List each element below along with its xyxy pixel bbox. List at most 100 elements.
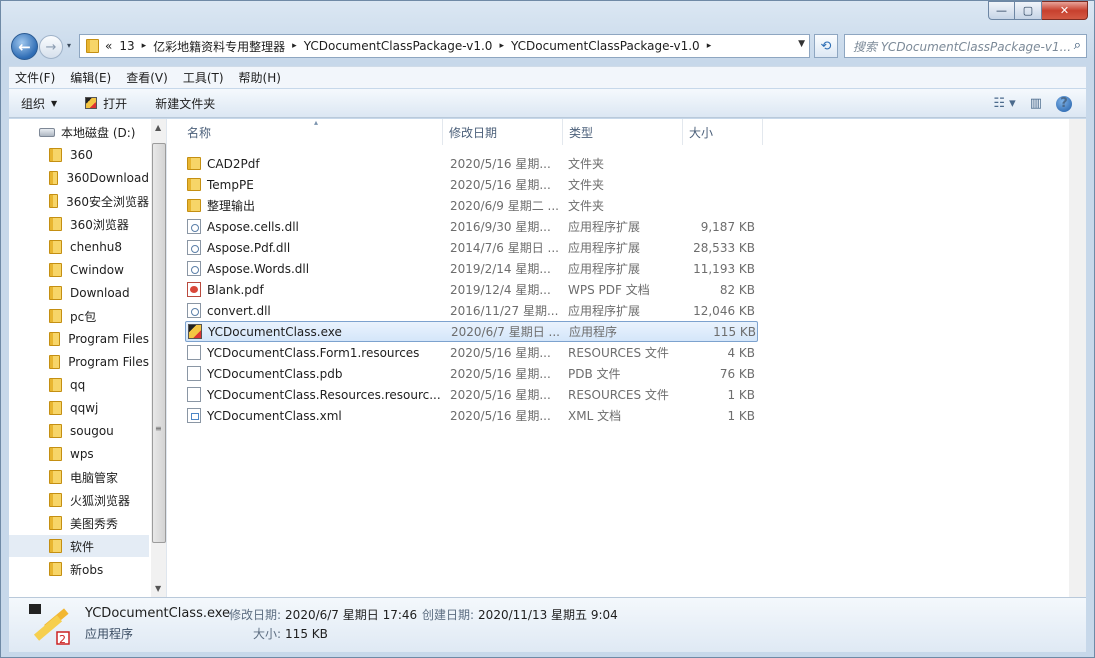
drive-icon bbox=[39, 127, 55, 137]
open-button[interactable]: 打开 bbox=[85, 95, 127, 112]
file-type-cell: RESOURCES 文件 bbox=[568, 388, 669, 402]
sidebar-item-folder[interactable]: Cwindow bbox=[9, 259, 149, 281]
search-placeholder: 搜索 YCDocumentClassPackage-v1... bbox=[853, 39, 1072, 54]
address-bar[interactable]: « 13 ▸ 亿彩地籍资料专用整理器 ▸ YCDocumentClassPack… bbox=[79, 34, 810, 58]
details-file-name: YCDocumentClass.exe bbox=[85, 606, 231, 621]
refresh-button[interactable]: ⟲ bbox=[814, 34, 838, 58]
file-list-scrollbar[interactable] bbox=[1069, 119, 1086, 597]
maximize-button[interactable]: ▢ bbox=[1015, 1, 1042, 20]
content-panes: 本地磁盘 (D:) 360 360Download 360安全浏览器 360浏览器 ch… bbox=[9, 118, 1086, 597]
column-header-name[interactable]: 名称 bbox=[181, 119, 443, 145]
change-view-icon[interactable]: ☷ ▾ bbox=[993, 96, 1015, 111]
menu-file[interactable]: 文件(F) bbox=[15, 69, 55, 86]
sidebar-item-folder[interactable]: 火狐浏览器 bbox=[9, 489, 149, 511]
column-header-date[interactable]: 修改日期 bbox=[443, 119, 563, 145]
file-size-cell: 76 KB bbox=[719, 366, 755, 381]
sidebar-item-folder[interactable]: chenhu8 bbox=[9, 236, 149, 258]
sidebar-item-folder[interactable]: Download bbox=[9, 282, 149, 304]
nav-item-drive-d[interactable]: 本地磁盘 (D:) bbox=[9, 121, 149, 143]
sidebar-item-folder[interactable]: 电脑管家 bbox=[9, 466, 149, 488]
sidebar-item-folder[interactable]: Program Files bbox=[9, 328, 149, 350]
organize-button[interactable]: 组织 ▼ bbox=[21, 95, 57, 112]
file-row[interactable]: YCDocumentClass.Form1.resources 2020/5/16… bbox=[185, 342, 758, 363]
sidebar-item-folder[interactable]: 360Download bbox=[9, 167, 149, 189]
file-date-cell: 2020/5/16 星期... bbox=[450, 178, 551, 192]
scroll-up-icon[interactable]: ▲ bbox=[155, 123, 161, 132]
file-row[interactable]: YCDocumentClass.xml 2020/5/16 星期... XML 文档… bbox=[185, 405, 758, 426]
file-row[interactable]: YCDocumentClass.exe 2020/6/7 星期日 ... 应用程序 1… bbox=[185, 321, 758, 342]
sidebar-item-folder[interactable]: Program Files bbox=[9, 351, 149, 373]
breadcrumb-segment[interactable]: 亿彩地籍资料专用整理器 bbox=[146, 38, 292, 55]
file-row[interactable]: 整理输出 2020/6/9 星期二 ... 文件夹 bbox=[185, 195, 758, 216]
file-type-cell: 应用程序扩展 bbox=[568, 220, 641, 234]
back-button[interactable]: ← bbox=[11, 33, 38, 60]
file-row[interactable]: TempPE 2020/5/16 星期... 文件夹 bbox=[185, 174, 758, 195]
sidebar-item-folder[interactable]: 美图秀秀 bbox=[9, 512, 149, 534]
file-type-cell: XML 文档 bbox=[568, 409, 622, 423]
file-name-label: YCDocumentClass.pdb bbox=[207, 366, 343, 381]
breadcrumb-segment[interactable]: 13 bbox=[112, 39, 141, 53]
breadcrumb-segment[interactable]: YCDocumentClassPackage-v1.0 bbox=[504, 39, 707, 53]
sidebar-item-folder[interactable]: 360 bbox=[9, 144, 149, 166]
address-overflow-chevron[interactable]: « bbox=[105, 39, 112, 53]
back-arrow-icon: ← bbox=[18, 37, 31, 56]
sidebar-item-folder[interactable]: qqwj bbox=[9, 397, 149, 419]
address-dropdown-icon[interactable]: ▼ bbox=[798, 39, 805, 49]
folder-icon bbox=[49, 378, 62, 392]
preview-pane-icon[interactable]: ▥ bbox=[1030, 96, 1042, 111]
sidebar-item-folder[interactable]: 新obs bbox=[9, 558, 149, 580]
search-input[interactable]: 搜索 YCDocumentClassPackage-v1... ⌕ bbox=[844, 34, 1087, 58]
search-icon[interactable]: ⌕ bbox=[1074, 38, 1081, 53]
breadcrumb-separator-icon[interactable]: ▸ bbox=[707, 41, 712, 51]
file-row[interactable]: CAD2Pdf 2020/5/16 星期... 文件夹 bbox=[185, 153, 758, 174]
details-pane: 2 YCDocumentClass.exe 应用程序 修改日期: 2020/6/7… bbox=[9, 597, 1086, 652]
sidebar-item-label: 新obs bbox=[70, 562, 104, 577]
folder-icon bbox=[49, 263, 62, 277]
sidebar-item-folder[interactable]: qq bbox=[9, 374, 149, 396]
sidebar-item-label: Program Files bbox=[68, 355, 149, 369]
menu-help[interactable]: 帮助(H) bbox=[239, 69, 281, 86]
file-date-cell: 2019/2/14 星期... bbox=[450, 262, 551, 276]
scroll-thumb[interactable] bbox=[152, 143, 166, 543]
sidebar-item-folder[interactable]: 软件 bbox=[9, 535, 149, 557]
sidebar-item-folder[interactable]: 360安全浏览器 bbox=[9, 190, 149, 212]
file-row[interactable]: Aspose.cells.dll 2016/9/30 星期... 应用程序扩展 9,1… bbox=[185, 216, 758, 237]
sidebar-item-folder[interactable]: 360浏览器 bbox=[9, 213, 149, 235]
forward-button[interactable]: → bbox=[39, 35, 63, 59]
menu-edit[interactable]: 编辑(E) bbox=[70, 69, 111, 86]
menu-view[interactable]: 查看(V) bbox=[126, 69, 168, 86]
sidebar-item-folder[interactable]: pc包 bbox=[9, 305, 149, 327]
menu-tools[interactable]: 工具(T) bbox=[183, 69, 224, 86]
minimize-button[interactable]: — bbox=[988, 1, 1015, 20]
scroll-down-icon[interactable]: ▼ bbox=[155, 584, 161, 593]
file-row[interactable]: Aspose.Pdf.dll 2014/7/6 星期日 ... 应用程序扩展 28,5… bbox=[185, 237, 758, 258]
help-icon[interactable]: ? bbox=[1056, 95, 1072, 112]
new-folder-button[interactable]: 新建文件夹 bbox=[155, 95, 215, 112]
folder-icon bbox=[49, 332, 61, 346]
dll-icon bbox=[187, 240, 201, 255]
folder-icon bbox=[187, 199, 201, 212]
file-row[interactable]: Aspose.Words.dll 2019/2/14 星期... 应用程序扩展 11,… bbox=[185, 258, 758, 279]
close-button[interactable]: ✕ bbox=[1042, 1, 1088, 20]
breadcrumb-segment[interactable]: YCDocumentClassPackage-v1.0 bbox=[297, 39, 500, 53]
file-row[interactable]: Blank.pdf 2019/12/4 星期... WPS PDF 文档 82 KB bbox=[185, 279, 758, 300]
file-row[interactable]: YCDocumentClass.Resources.resourc... 2020… bbox=[185, 384, 758, 405]
size-label: 大小: bbox=[253, 627, 282, 641]
organize-label: 组织 bbox=[21, 96, 46, 111]
sidebar-item-folder[interactable]: wps bbox=[9, 443, 149, 465]
sidebar-item-label: Program Files bbox=[68, 332, 149, 346]
sidebar-item-folder[interactable]: sougou bbox=[9, 420, 149, 442]
file-row[interactable]: YCDocumentClass.pdb 2020/5/16 星期... PDB 文件… bbox=[185, 363, 758, 384]
recent-pages-dropdown[interactable]: ▾ bbox=[67, 41, 71, 50]
details-file-type: 应用程序 bbox=[85, 627, 134, 641]
details-created: 创建日期: 2020/11/13 星期五 9:04 bbox=[422, 606, 618, 623]
file-list-pane: ▴ 名称 修改日期 类型 大小 CAD2Pdf 2020/5/16 星期... 文件… bbox=[171, 118, 1086, 597]
file-name-cell: Blank.pdf bbox=[185, 282, 443, 297]
file-date-cell: 2020/5/16 星期... bbox=[450, 346, 551, 360]
sidebar-item-label: chenhu8 bbox=[70, 240, 123, 254]
column-header-type[interactable]: 类型 bbox=[563, 119, 683, 145]
column-header-size[interactable]: 大小 bbox=[683, 119, 763, 145]
file-row[interactable]: convert.dll 2016/11/27 星期... 应用程序扩展 12,046 … bbox=[185, 300, 758, 321]
nav-scrollbar[interactable]: ▲ ≡ ▼ bbox=[151, 119, 166, 597]
file-type-cell: 应用程序 bbox=[569, 325, 618, 339]
